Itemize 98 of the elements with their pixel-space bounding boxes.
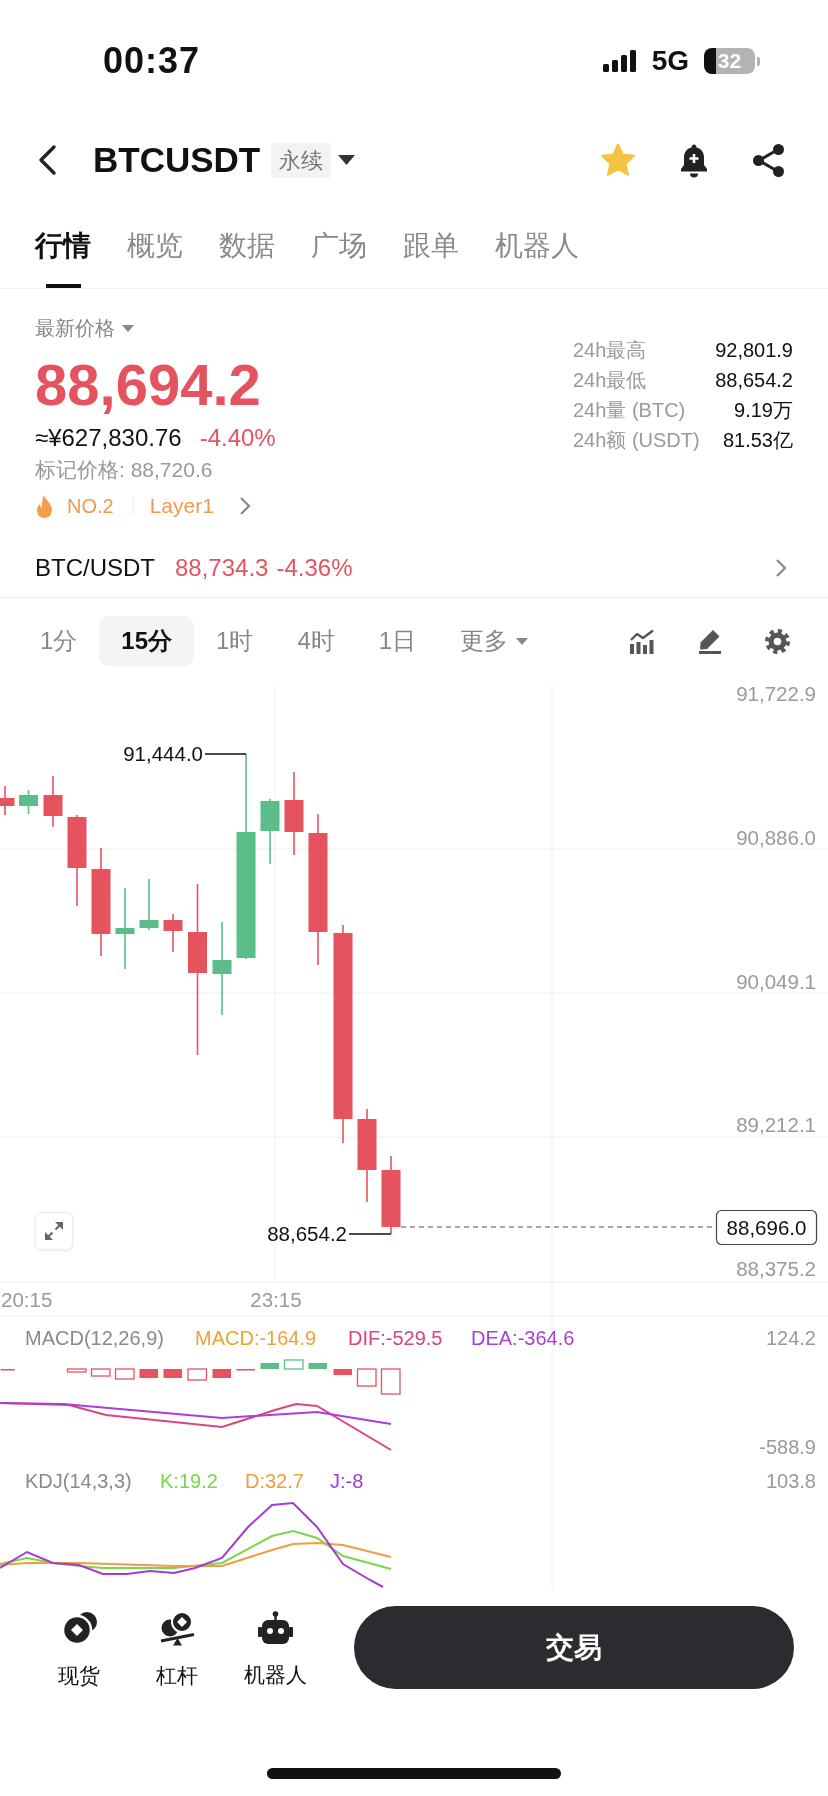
price-axis-label: 90,049.1 xyxy=(736,969,816,993)
indicator-value: K:19.2 xyxy=(160,1470,218,1492)
tab[interactable]: 跟单 xyxy=(403,232,459,288)
tab[interactable]: 机器人 xyxy=(495,232,579,288)
indicator-title: KDJ(14,3,3) xyxy=(25,1470,132,1492)
time-axis-label: 23:15 xyxy=(250,1288,302,1311)
rank-label[interactable]: NO.2 xyxy=(67,494,114,518)
approx-cny-price: ≈¥627,830.76 xyxy=(35,423,182,453)
mark-price: 标记价格: 88,720.6 xyxy=(35,457,214,483)
chevron-right-icon[interactable] xyxy=(238,496,251,516)
histogram-bar xyxy=(333,1369,352,1375)
price-axis-label: 88,375.2 xyxy=(736,1257,816,1280)
candle xyxy=(260,798,280,865)
histogram-bar xyxy=(380,1368,401,1395)
low-price-label: 88,654.2 xyxy=(267,1222,347,1245)
price-type-label[interactable]: 最新价格 xyxy=(35,316,115,340)
indicator-axis-label: 124.2 xyxy=(765,1327,816,1349)
network-label: 5G xyxy=(651,45,689,77)
indicator-axis-label: -588.9 xyxy=(759,1436,816,1458)
histogram-bar xyxy=(187,1368,208,1381)
histogram-bar xyxy=(308,1363,327,1369)
stat-value: 88,654.2 xyxy=(715,368,793,393)
symbol-title: BTCUSDT xyxy=(93,140,261,180)
price-axis-label: 91,722.9 xyxy=(736,684,816,705)
back-icon[interactable] xyxy=(36,144,58,176)
spot-price: 88,734.3 xyxy=(175,554,269,582)
flame-icon xyxy=(35,494,54,518)
indicator-value: DIF:-529.5 xyxy=(348,1327,443,1349)
high-price-label: 91,444.0 xyxy=(123,742,203,765)
indicator-value: DEA:-364.6 xyxy=(471,1327,575,1349)
battery-indicator: 32 xyxy=(704,48,760,74)
expand-icon xyxy=(44,1221,64,1241)
interval-tab[interactable]: 15分 xyxy=(99,616,195,666)
histogram-bar xyxy=(212,1369,231,1378)
indicator-axis-label: 103.8 xyxy=(765,1470,816,1492)
histogram-bar xyxy=(66,1368,87,1373)
indicator-value: J:-8 xyxy=(330,1470,364,1492)
stat-value: 81.53亿 xyxy=(721,428,793,453)
interval-tab[interactable]: 4时 xyxy=(275,616,357,666)
candle xyxy=(163,913,183,953)
star-icon[interactable] xyxy=(600,142,636,178)
share-icon[interactable] xyxy=(752,142,785,178)
price-axis-label: 90,886.0 xyxy=(736,825,816,849)
spot-change: -4.36% xyxy=(276,554,353,582)
last-price: 88,694.2 xyxy=(35,353,262,417)
stat-value: 92,801.9 xyxy=(715,338,793,363)
interval-tab[interactable]: 1时 xyxy=(194,616,276,666)
price-change: -4.40% xyxy=(199,423,276,453)
histogram-bar xyxy=(90,1368,111,1377)
caret-down-icon xyxy=(516,637,529,645)
contract-tag: 永续 xyxy=(271,142,332,178)
robot-icon xyxy=(257,1611,293,1645)
stat-label: 24h额 (USDT) xyxy=(573,428,700,453)
tab[interactable]: 行情 xyxy=(35,232,91,288)
indicator-value: MACD:-164.9 xyxy=(195,1327,317,1349)
settings-icon[interactable] xyxy=(765,628,790,654)
time-axis-label: 20:15 xyxy=(1,1288,53,1311)
leader-line xyxy=(348,1233,392,1235)
indicator-chart-icon[interactable] xyxy=(629,628,655,654)
histogram-bar xyxy=(163,1369,182,1378)
tab[interactable]: 概览 xyxy=(127,232,183,288)
candle xyxy=(0,785,15,816)
stat-label: 24h最高 xyxy=(573,338,648,363)
nav-item[interactable]: 机器人 xyxy=(226,1606,324,1688)
signal-icon xyxy=(602,50,637,72)
leader-line xyxy=(204,753,247,755)
interval-tab[interactable]: 1日 xyxy=(356,616,439,666)
sector-tag[interactable]: Layer1 xyxy=(149,494,214,518)
tab[interactable]: 数据 xyxy=(219,232,275,288)
stat-value: 9.19万 xyxy=(733,398,793,423)
tab[interactable]: 广场 xyxy=(311,232,367,288)
histogram-bar xyxy=(356,1368,377,1387)
caret-down-icon[interactable] xyxy=(338,155,356,165)
nav-item[interactable]: 现货 xyxy=(30,1606,128,1689)
expand-button[interactable] xyxy=(35,1212,73,1250)
bell-icon[interactable] xyxy=(679,142,709,178)
indicator-value: D:32.7 xyxy=(245,1470,304,1492)
chevron-right-icon[interactable] xyxy=(775,558,787,578)
coins-on-seesaw-icon xyxy=(158,1611,196,1646)
candle xyxy=(139,878,159,931)
pencil-icon[interactable] xyxy=(697,628,723,654)
stat-label: 24h最低 xyxy=(573,368,648,393)
nav-item[interactable]: 杠杆 xyxy=(128,1606,226,1689)
more-menu-button[interactable]: 更多 xyxy=(438,616,551,666)
histogram-bar xyxy=(283,1359,304,1370)
histogram-bar xyxy=(260,1363,279,1369)
candle xyxy=(43,775,63,828)
interval-tab[interactable]: 1分 xyxy=(18,616,100,666)
status-time: 00:37 xyxy=(103,40,201,82)
indicator-title: MACD(12,26,9) xyxy=(25,1327,164,1349)
spot-pair[interactable]: BTC/USDT xyxy=(35,554,155,582)
price-axis-label: 89,212.1 xyxy=(736,1113,816,1137)
last-price-tag: 88,696.0 xyxy=(715,1209,818,1246)
stat-label: 24h量 (BTC) xyxy=(573,398,687,423)
candle xyxy=(19,789,38,815)
trade-button[interactable]: 交易 xyxy=(354,1606,794,1689)
histogram-bar xyxy=(114,1368,135,1380)
histogram-bar xyxy=(139,1369,158,1378)
